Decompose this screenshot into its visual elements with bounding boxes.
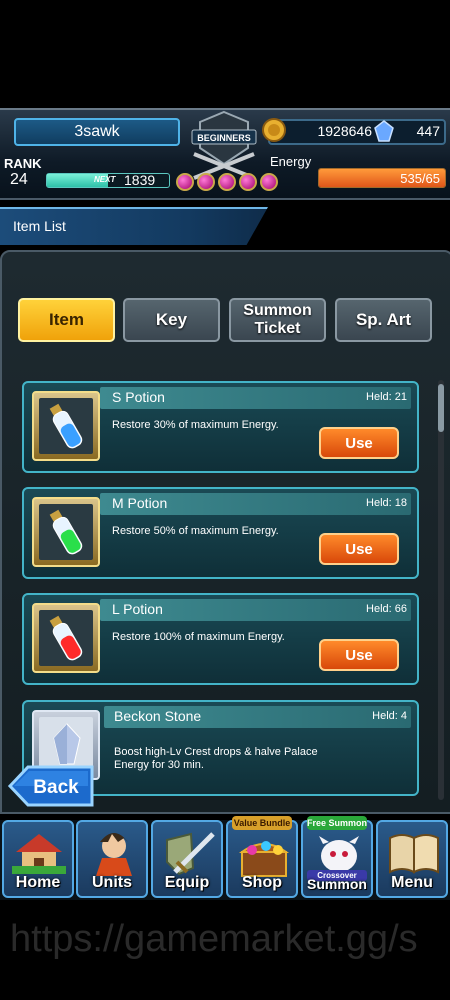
rank-label: RANK <box>4 156 42 171</box>
value-bundle-badge: Value Bundle <box>232 816 292 830</box>
nav-summon[interactable]: Free Summon Crossover Summon <box>301 816 373 898</box>
house-icon <box>12 834 66 874</box>
tab-item[interactable]: Item <box>18 298 115 342</box>
item-description: Restore 30% of maximum Energy. <box>112 419 279 431</box>
use-button[interactable]: Use <box>319 533 399 565</box>
orb-slots <box>176 173 281 196</box>
nav-equip[interactable]: Equip <box>151 820 223 898</box>
gem-amount: 447 <box>416 123 440 139</box>
back-button-label: Back <box>33 777 79 798</box>
list-scrollbar[interactable] <box>438 380 444 800</box>
item-held: Held: 21 <box>366 391 407 403</box>
book-icon <box>389 834 439 874</box>
item-description: Restore 100% of maximum Energy. <box>112 631 285 643</box>
next-label: NEXT <box>94 175 116 184</box>
orb-icon <box>197 173 215 191</box>
list-item-s-potion[interactable]: S Potion Held: 21 Restore 30% of maximum… <box>22 381 419 473</box>
green-potion-icon <box>32 497 100 567</box>
item-held: Held: 66 <box>366 603 407 615</box>
item-name: Beckon Stone <box>114 708 202 724</box>
summon-creature-icon <box>319 836 359 872</box>
list-item-m-potion[interactable]: M Potion Held: 18 Restore 50% of maximum… <box>22 487 419 579</box>
free-summon-badge: Free Summon <box>307 816 368 830</box>
player-name: 3sawk <box>14 118 180 146</box>
item-description: Restore 50% of maximum Energy. <box>112 525 279 537</box>
use-button[interactable]: Use <box>319 639 399 671</box>
item-name: S Potion <box>112 389 165 405</box>
nav-menu[interactable]: Menu <box>376 820 448 898</box>
blue-potion-icon <box>32 391 100 461</box>
tab-key[interactable]: Key <box>123 298 220 342</box>
item-name: M Potion <box>112 495 168 511</box>
gem-icon <box>374 120 394 142</box>
watermark-text: https://gamemarket.gg/s <box>10 918 418 960</box>
orb-icon <box>218 173 236 191</box>
item-held: Held: 4 <box>372 710 407 722</box>
red-potion-icon <box>32 603 100 673</box>
nav-label: Units <box>92 874 132 891</box>
nav-label: Summon <box>307 876 367 892</box>
list-item-l-potion[interactable]: L Potion Held: 66 Restore 100% of maximu… <box>22 593 419 685</box>
tab-summon-ticket[interactable]: Summon Ticket <box>229 298 326 342</box>
page-title: Item List <box>13 218 66 234</box>
nav-home[interactable]: Home <box>2 820 74 898</box>
treasure-chest-icon <box>238 841 290 877</box>
emblem-text: BEGINNERS <box>197 133 251 143</box>
next-exp-value: 1839 <box>124 172 156 188</box>
back-button[interactable]: Back <box>8 764 94 808</box>
nav-label: Home <box>15 874 61 891</box>
beginners-emblem-icon: BEGINNERS <box>191 110 257 180</box>
gold-amount: 1928646 <box>317 123 372 139</box>
item-held: Held: 18 <box>366 497 407 509</box>
energy-value: 535/65 <box>400 171 440 186</box>
potion-bottle-icon <box>49 615 83 661</box>
energy-label: Energy <box>270 154 312 169</box>
gold-coin-icon <box>262 118 286 142</box>
potion-bottle-icon <box>49 509 83 555</box>
rank-value: 24 <box>10 171 28 188</box>
item-name: L Potion <box>112 601 163 617</box>
nav-label: Equip <box>164 874 210 891</box>
item-description: Boost high-Lv Crest drops & halve Palace… <box>114 746 318 771</box>
scrollbar-thumb[interactable] <box>438 384 444 432</box>
nav-label: Shop <box>242 874 282 891</box>
potion-bottle-icon <box>49 403 83 449</box>
sword-shield-icon <box>166 832 215 876</box>
orb-icon <box>176 173 194 191</box>
orb-icon <box>239 173 257 191</box>
tab-sp-art[interactable]: Sp. Art <box>335 298 432 342</box>
hero-icon <box>96 833 132 876</box>
nav-shop[interactable]: Value Bundle Shop <box>226 816 298 898</box>
use-button[interactable]: Use <box>319 427 399 459</box>
nav-units[interactable]: Units <box>76 820 148 898</box>
nav-label: Menu <box>391 874 433 891</box>
orb-icon <box>260 173 278 191</box>
